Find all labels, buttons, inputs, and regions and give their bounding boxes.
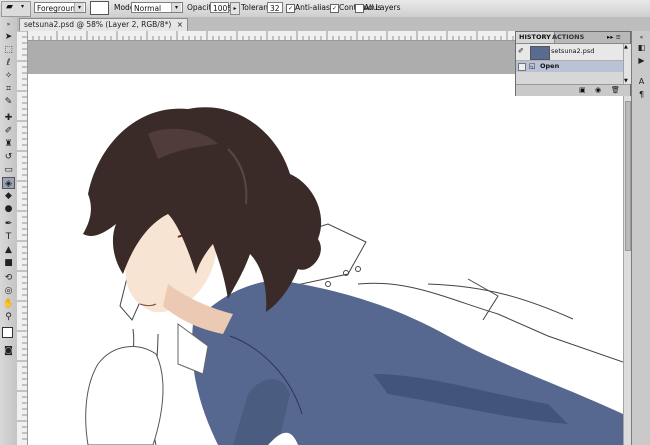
- illustration: [83, 107, 623, 445]
- panel-menu-icon[interactable]: ▸▸ ≡: [604, 32, 624, 43]
- tab-actions[interactable]: ACTIONS: [549, 32, 587, 43]
- brush-tool-icon[interactable]: ✐: [2, 125, 15, 137]
- delete-state-icon[interactable]: 🗑: [611, 85, 620, 96]
- scroll-up-icon[interactable]: ▲: [624, 44, 628, 50]
- zoom-tool-icon[interactable]: ⚲: [2, 311, 15, 323]
- document-canvas[interactable]: [28, 41, 623, 445]
- tolerance-value: 32: [270, 4, 280, 13]
- quick-mask-icon[interactable]: ◙: [2, 345, 15, 357]
- healing-brush-tool-icon[interactable]: ✚: [2, 112, 15, 124]
- mode-value: Normal: [134, 4, 162, 13]
- foreground-color-swatch[interactable]: [2, 327, 13, 338]
- chevron-down-icon: ▾: [74, 3, 84, 12]
- history-scrollbar[interactable]: ▲ ▼: [623, 44, 631, 84]
- history-panel-tabs: HISTORY ACTIONS ▸▸ ≡: [516, 32, 630, 44]
- all-layers-label: All Layers: [364, 3, 401, 12]
- magic-wand-tool-icon[interactable]: ✧: [2, 70, 15, 82]
- marquee-tool-icon[interactable]: ⬚: [2, 44, 15, 56]
- 3d-orbit-tool-icon[interactable]: ◎: [2, 285, 15, 297]
- options-bar: ▰ ▾ Foreground ▾ Mode: Normal ▾ Opacity:…: [0, 0, 650, 18]
- history-state-label: Open: [540, 62, 560, 70]
- actions-panel-icon[interactable]: ▶: [635, 55, 648, 66]
- chevron-down-icon: ▾: [171, 3, 181, 12]
- eyedropper-tool-icon[interactable]: ✎: [2, 96, 15, 108]
- history-panel-footer: ▣ ◉ 🗑: [516, 84, 630, 96]
- ruler-ticks: [17, 31, 27, 440]
- paint-bucket-icon: ▰: [6, 2, 13, 12]
- eraser-tool-icon[interactable]: ▭: [2, 164, 15, 176]
- hand-tool-icon[interactable]: ✋: [2, 298, 15, 310]
- 3d-rotate-tool-icon[interactable]: ⟲: [2, 272, 15, 284]
- path-selection-tool-icon[interactable]: ▲: [2, 244, 15, 256]
- open-state-icon: ◱: [529, 62, 536, 70]
- paint-bucket-tool-icon[interactable]: ◈: [2, 177, 15, 189]
- collapse-panel-icon[interactable]: »: [2, 19, 15, 31]
- vertical-ruler[interactable]: [17, 31, 28, 445]
- mode-select[interactable]: Normal ▾: [131, 2, 183, 13]
- document-tab[interactable]: setsuna2.psd @ 58% (Layer 2, RGB/8*) ×: [19, 18, 188, 31]
- snapshot-thumbnail: [530, 46, 550, 60]
- pattern-swatch[interactable]: [90, 1, 109, 15]
- anti-alias-label: Anti-alias: [295, 3, 330, 12]
- history-brush-source-icon[interactable]: ✐: [518, 47, 524, 55]
- move-tool-icon[interactable]: ➤: [2, 31, 15, 43]
- history-brush-tool-icon[interactable]: ↺: [2, 151, 15, 163]
- opacity-input[interactable]: 100%: [210, 2, 234, 13]
- tools-panel: » ➤ ⬚ ℓ ✧ ⌗ ✎ ✚ ✐ ♜ ↺ ▭ ◈ ◆ ● ✒ T ▲ ■ ⟲ …: [0, 17, 18, 445]
- crop-tool-icon[interactable]: ⌗: [2, 83, 15, 95]
- tolerance-input[interactable]: 32: [267, 2, 283, 13]
- history-state-row[interactable]: ◱ Open: [516, 61, 623, 72]
- new-snapshot-icon[interactable]: ◉: [595, 85, 601, 96]
- artwork-layer[interactable]: [28, 74, 623, 445]
- fill-source-select[interactable]: Foreground ▾: [34, 2, 86, 13]
- shape-tool-icon[interactable]: ■: [2, 257, 15, 269]
- snapshot-name: setsuna2.psd: [551, 47, 595, 55]
- type-tool-icon[interactable]: T: [2, 231, 15, 243]
- panel-dock: « ◧ ▶ A ¶: [631, 31, 650, 445]
- history-panel: HISTORY ACTIONS ▸▸ ≡ ✐ setsuna2.psd ◱ Op…: [515, 31, 631, 96]
- blur-tool-icon[interactable]: ◆: [2, 190, 15, 202]
- all-layers-checkbox[interactable]: [355, 4, 364, 13]
- tool-preset-picker[interactable]: ▰ ▾: [1, 1, 31, 17]
- anti-alias-checkbox[interactable]: ✓: [286, 4, 295, 13]
- history-snapshot[interactable]: ✐ setsuna2.psd: [516, 44, 623, 61]
- opacity-slider-button[interactable]: ▸: [230, 2, 240, 15]
- character-panel-icon[interactable]: A: [635, 76, 648, 87]
- history-source-checkbox[interactable]: [518, 63, 526, 71]
- clone-stamp-tool-icon[interactable]: ♜: [2, 138, 15, 150]
- chevron-down-icon: ▾: [21, 3, 25, 10]
- new-document-from-state-icon[interactable]: ▣: [579, 85, 586, 96]
- contiguous-checkbox[interactable]: ✓: [330, 4, 339, 13]
- dodge-tool-icon[interactable]: ●: [2, 203, 15, 215]
- paragraph-panel-icon[interactable]: ¶: [635, 89, 648, 100]
- history-panel-icon[interactable]: ◧: [635, 42, 648, 53]
- lasso-tool-icon[interactable]: ℓ: [2, 57, 15, 69]
- document-tab-title: setsuna2.psd @ 58% (Layer 2, RGB/8*): [24, 20, 172, 29]
- pen-tool-icon[interactable]: ✒: [2, 218, 15, 230]
- close-icon[interactable]: ×: [177, 20, 183, 29]
